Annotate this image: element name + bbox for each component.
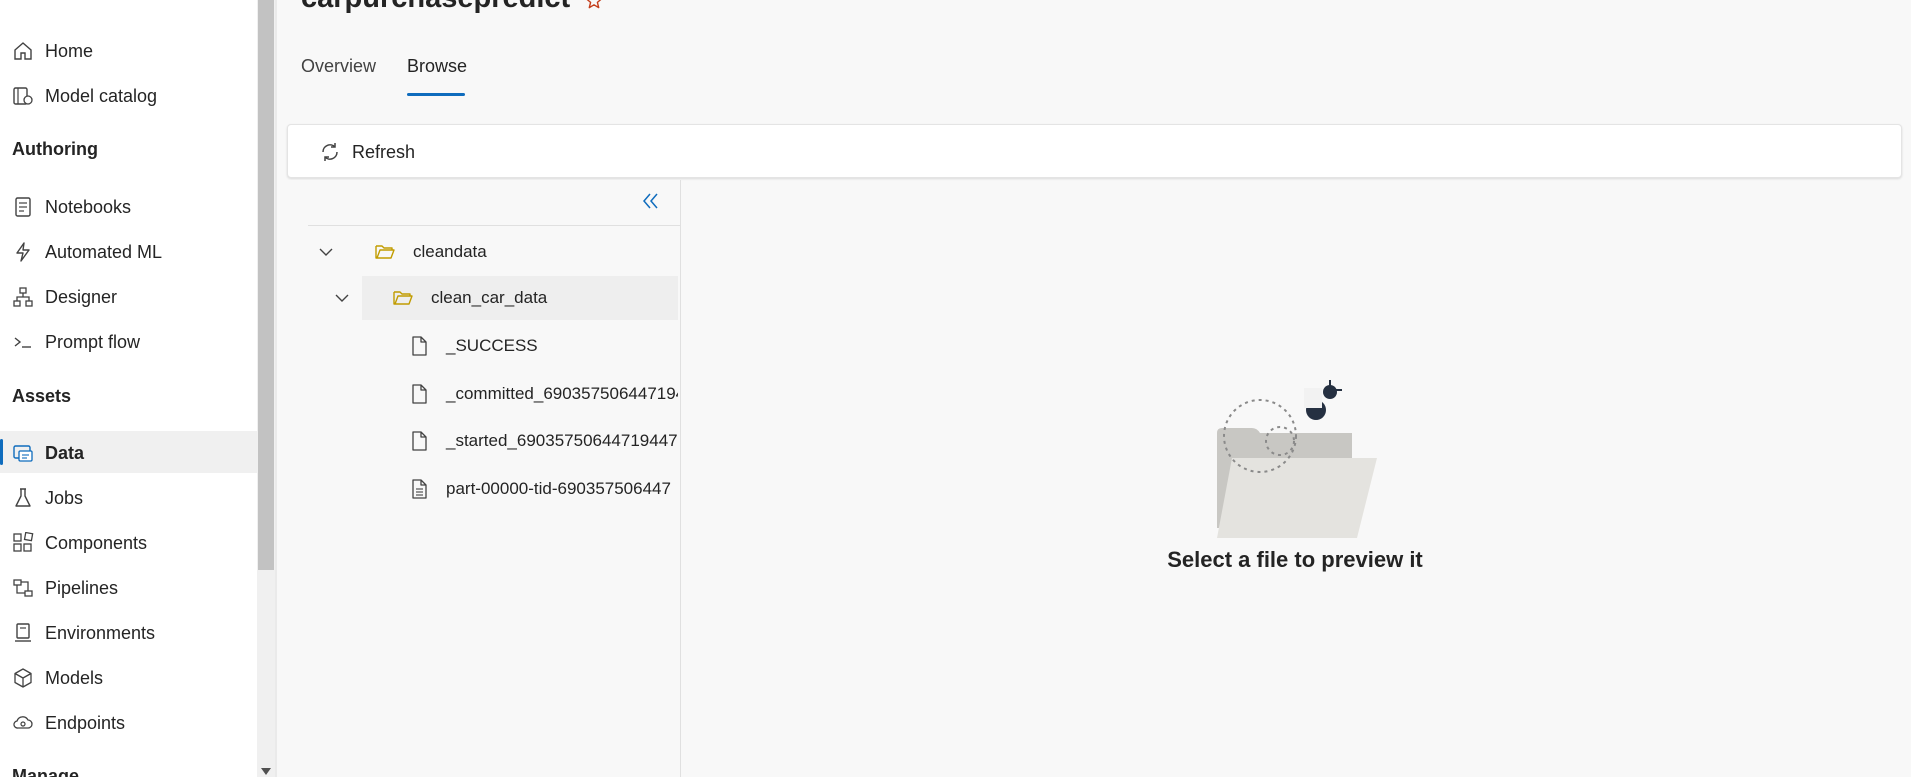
nav-item-jobs[interactable]: Jobs bbox=[0, 476, 257, 518]
tree-node-label: cleandata bbox=[413, 242, 487, 261]
folder-open-icon bbox=[393, 291, 413, 305]
active-tab-indicator bbox=[407, 93, 465, 96]
nav-item-home[interactable]: Home bbox=[0, 29, 257, 71]
nav-item-models[interactable]: Models bbox=[0, 656, 257, 698]
nav-item-designer-label: Designer bbox=[45, 287, 118, 307]
tree-node-label: _committed_690357506447194 bbox=[446, 384, 678, 403]
home-icon bbox=[14, 42, 32, 60]
nav-item-endpoints[interactable]: Endpoints bbox=[0, 701, 257, 743]
nav-item-notebooks[interactable]: Notebooks bbox=[0, 185, 257, 227]
refresh-icon bbox=[322, 143, 338, 161]
double-chevron-left-icon[interactable] bbox=[638, 189, 664, 213]
tree-node-part-file[interactable]: part-00000-tid-690357506447 bbox=[362, 467, 678, 511]
nav-item-model-catalog[interactable]: Model catalog bbox=[0, 74, 257, 116]
cloud-endpoint-icon bbox=[13, 716, 33, 729]
empty-preview-message: Select a file to preview it bbox=[1167, 547, 1423, 572]
nav-item-data[interactable]: Data bbox=[0, 431, 257, 473]
command-bar: Refresh bbox=[287, 124, 1902, 178]
nav-item-pipelines-label: Pipelines bbox=[45, 578, 119, 598]
prompt-flow-icon bbox=[14, 337, 31, 348]
chevron-down-icon[interactable] bbox=[317, 243, 335, 261]
nav-item-notebooks-label: Notebooks bbox=[45, 197, 132, 217]
tree-node-started-file[interactable]: _started_6903575064471944780 bbox=[362, 419, 678, 463]
automated-ml-icon bbox=[16, 242, 30, 262]
nav-item-jobs-label: Jobs bbox=[45, 488, 84, 508]
section-header-assets: Assets bbox=[12, 386, 72, 406]
nav-item-prompt-flow[interactable]: Prompt flow bbox=[0, 320, 257, 362]
notebook-icon bbox=[15, 197, 31, 217]
sidebar-divider bbox=[275, 0, 277, 777]
text-file-icon bbox=[412, 479, 427, 499]
tree-node-label: clean_car_data bbox=[431, 288, 548, 307]
tree-node-label: _started_6903575064471944780 bbox=[446, 431, 678, 450]
refresh-button[interactable]: Refresh bbox=[318, 138, 415, 166]
components-icon bbox=[13, 532, 34, 552]
left-nav-sidebar: Home Model catalog Authoring Notebooks A… bbox=[0, 0, 257, 777]
tab-overview[interactable]: Overview bbox=[301, 56, 376, 77]
empty-folder-illustration bbox=[1217, 380, 1377, 538]
page-title: carpurchasepredict bbox=[301, 0, 570, 15]
tab-browse[interactable]: Browse bbox=[407, 56, 467, 77]
nav-item-environments[interactable]: Environments bbox=[0, 611, 257, 653]
star-icon[interactable] bbox=[585, 0, 603, 10]
section-header-manage: Manage bbox=[12, 766, 80, 777]
environment-icon bbox=[15, 623, 31, 642]
file-icon bbox=[412, 336, 427, 356]
scroll-down-arrow-icon[interactable] bbox=[261, 768, 271, 775]
nav-item-components-label: Components bbox=[45, 533, 148, 553]
flask-icon bbox=[15, 488, 31, 507]
nav-item-components[interactable]: Components bbox=[0, 521, 257, 563]
model-catalog-icon bbox=[13, 87, 33, 105]
sidebar-scrollbar-thumb[interactable] bbox=[258, 0, 274, 570]
active-indicator bbox=[0, 439, 3, 465]
nav-item-pipelines[interactable]: Pipelines bbox=[0, 566, 257, 608]
nav-item-endpoints-label: Endpoints bbox=[45, 713, 126, 733]
tree-node-success-file[interactable]: _SUCCESS bbox=[362, 324, 678, 368]
folder-open-icon bbox=[375, 245, 395, 259]
tree-header-divider bbox=[308, 225, 680, 226]
nav-item-models-label: Models bbox=[45, 668, 104, 688]
nav-item-prompt-flow-label: Prompt flow bbox=[45, 332, 141, 352]
nav-item-home-label: Home bbox=[45, 41, 94, 61]
file-icon bbox=[412, 384, 427, 404]
designer-icon bbox=[13, 287, 33, 307]
sidebar-scrollbar[interactable] bbox=[257, 0, 275, 777]
tree-node-label: _SUCCESS bbox=[446, 336, 538, 355]
tree-node-cleandata[interactable]: cleandata bbox=[308, 230, 680, 274]
data-icon bbox=[13, 445, 33, 462]
nav-item-automated-ml-label: Automated ML bbox=[45, 242, 163, 262]
refresh-button-label: Refresh bbox=[352, 141, 416, 162]
tree-node-clean-car-data[interactable]: clean_car_data bbox=[335, 276, 678, 320]
nav-item-automated-ml[interactable]: Automated ML bbox=[0, 230, 257, 272]
chevron-down-icon[interactable] bbox=[333, 289, 351, 307]
tree-node-label: part-00000-tid-690357506447 bbox=[446, 479, 671, 498]
tree-node-committed-file[interactable]: _committed_690357506447194 bbox=[362, 372, 678, 416]
cube-icon bbox=[14, 668, 32, 688]
nav-item-data-label: Data bbox=[45, 443, 85, 463]
nav-item-environments-label: Environments bbox=[45, 623, 156, 643]
file-icon bbox=[412, 431, 427, 451]
pipelines-icon bbox=[13, 579, 33, 597]
nav-item-model-catalog-label: Model catalog bbox=[45, 86, 158, 106]
section-header-authoring: Authoring bbox=[12, 139, 98, 159]
nav-item-designer[interactable]: Designer bbox=[0, 275, 257, 317]
